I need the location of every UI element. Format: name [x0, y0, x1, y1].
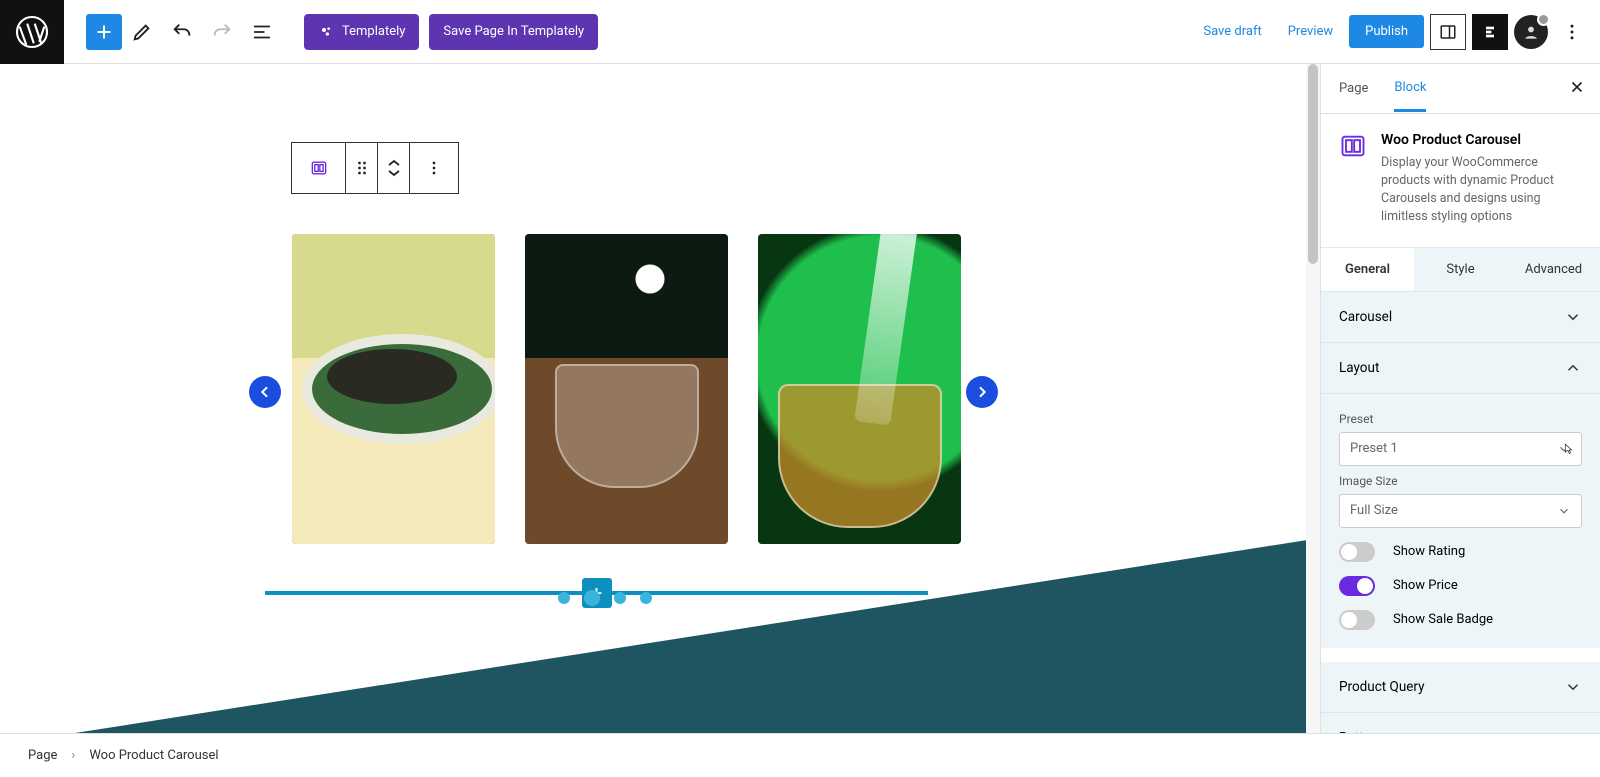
breadcrumb-block[interactable]: Woo Product Carousel [89, 748, 218, 763]
publish-button[interactable]: Publish [1349, 15, 1424, 48]
carousel-next-button[interactable] [966, 376, 998, 408]
carousel-item[interactable] [292, 234, 495, 544]
image-size-select[interactable]: Full Size [1339, 494, 1582, 528]
cursor-icon [1560, 443, 1574, 457]
chevron-up-icon [1564, 359, 1582, 377]
block-description: Display your WooCommerce products with d… [1381, 154, 1582, 227]
block-icon [1339, 132, 1367, 160]
chevron-down-icon [1557, 504, 1571, 518]
block-title: Woo Product Carousel [1381, 132, 1582, 148]
edit-icon[interactable] [122, 12, 162, 52]
editor-canvas[interactable]: + [0, 64, 1320, 733]
subtab-general[interactable]: General [1321, 248, 1414, 291]
user-avatar[interactable] [1514, 15, 1548, 49]
panel-carousel-label: Carousel [1339, 309, 1392, 325]
breadcrumb: Page › Woo Product Carousel [0, 733, 1600, 777]
panel-product-query-label: Product Query [1339, 679, 1425, 695]
move-arrows[interactable] [378, 143, 410, 193]
carousel-item[interactable] [525, 234, 728, 544]
more-options-button[interactable] [1554, 14, 1590, 50]
tab-page[interactable]: Page [1339, 67, 1368, 110]
close-sidebar-icon[interactable] [1568, 78, 1586, 100]
chevron-down-icon [1564, 678, 1582, 696]
show-rating-label: Show Rating [1393, 544, 1465, 559]
block-more-options[interactable] [410, 143, 458, 193]
image-size-value: Full Size [1350, 503, 1398, 518]
settings-sidebar: Page Block Woo Product Carousel Display … [1320, 64, 1600, 733]
chevron-down-icon[interactable] [387, 168, 401, 178]
wordpress-logo[interactable] [0, 0, 64, 64]
drag-handle-icon[interactable] [346, 143, 378, 193]
templately-button[interactable]: Templately [304, 14, 419, 50]
templately-label: Templately [342, 24, 405, 39]
save-in-templately-button[interactable]: Save Page In Templately [429, 14, 598, 50]
block-toolbar [291, 142, 459, 194]
preview-button[interactable]: Preview [1278, 16, 1343, 47]
image-size-label: Image Size [1339, 474, 1582, 488]
subtab-advanced[interactable]: Advanced [1507, 248, 1600, 291]
panel-product-query[interactable]: Product Query [1321, 662, 1600, 713]
tab-block[interactable]: Block [1394, 66, 1426, 112]
panel-button[interactable]: Button [1321, 713, 1600, 734]
canvas-scrollbar[interactable] [1306, 64, 1320, 733]
panel-layout[interactable]: Layout [1321, 343, 1600, 394]
page-background-shape [75, 538, 1320, 733]
subtab-style[interactable]: Style [1414, 248, 1507, 291]
essential-addons-icon[interactable] [1472, 14, 1508, 50]
settings-panel-toggle[interactable] [1430, 14, 1466, 50]
breadcrumb-page[interactable]: Page [28, 748, 57, 763]
preset-select[interactable]: Preset 1 [1339, 432, 1582, 466]
undo-icon[interactable] [162, 12, 202, 52]
chevron-up-icon[interactable] [387, 158, 401, 168]
panel-layout-label: Layout [1339, 360, 1379, 376]
carousel-item[interactable] [758, 234, 961, 544]
add-block-button[interactable] [86, 14, 122, 50]
show-sale-badge-label: Show Sale Badge [1393, 612, 1493, 627]
preset-value: Preset 1 [1350, 441, 1398, 456]
show-sale-badge-toggle[interactable] [1339, 610, 1375, 630]
redo-icon [202, 12, 242, 52]
carousel-prev-button[interactable] [249, 376, 281, 408]
show-price-label: Show Price [1393, 578, 1458, 593]
block-type-icon[interactable] [292, 143, 346, 193]
chevron-down-icon [1564, 308, 1582, 326]
panel-layout-body: Preset Preset 1 Image Size Full Size Sho… [1321, 394, 1600, 648]
save-draft-button[interactable]: Save draft [1193, 16, 1271, 47]
preset-label: Preset [1339, 412, 1582, 426]
show-rating-toggle[interactable] [1339, 542, 1375, 562]
show-price-toggle[interactable] [1339, 576, 1375, 596]
save-in-templately-label: Save Page In Templately [443, 24, 584, 39]
document-outline-icon[interactable] [242, 12, 282, 52]
breadcrumb-separator: › [71, 748, 75, 763]
panel-carousel[interactable]: Carousel [1321, 292, 1600, 343]
carousel-preview [292, 234, 961, 544]
